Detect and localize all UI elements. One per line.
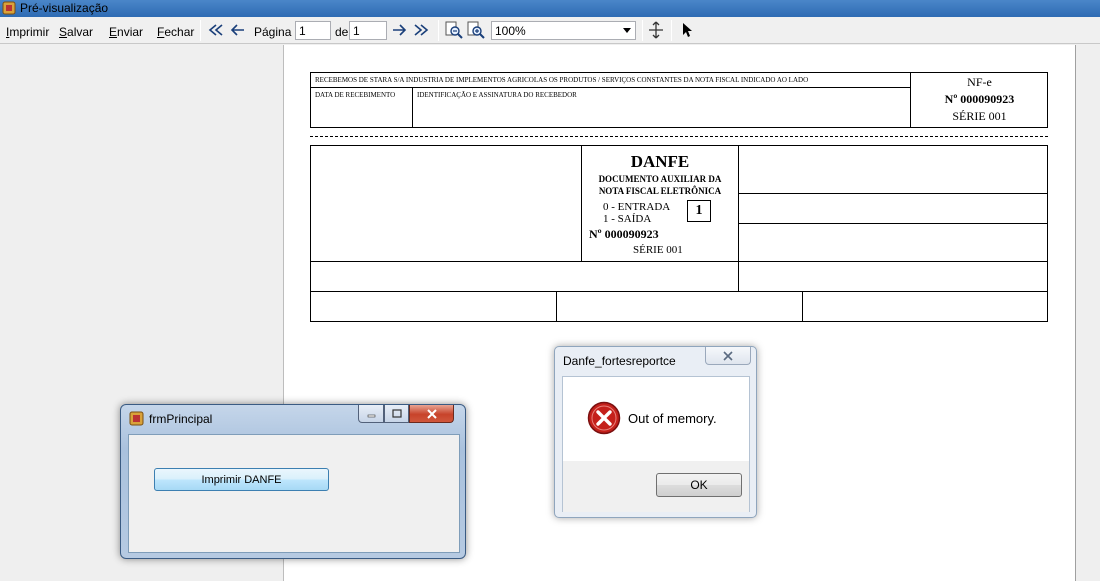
total-pages-field	[349, 21, 387, 40]
main-titlebar: Pré-visualização	[0, 0, 1100, 17]
exit-label: 1 - SAÍDA	[603, 213, 652, 225]
danfe-divider	[556, 291, 557, 322]
minimize-icon	[367, 414, 375, 418]
menu-salvar[interactable]: Salvar	[59, 25, 93, 39]
danfe-subtitle-2: NOTA FISCAL ELETRÔNICA	[598, 186, 722, 196]
receipt-number: Nº 000090923	[944, 92, 1015, 106]
first-page-icon[interactable]	[207, 21, 225, 39]
operation-type-box: 1	[687, 200, 711, 222]
maximize-button[interactable]	[384, 405, 409, 423]
toolbar: Imprimir Salvar Enviar Fechar Página de …	[0, 17, 1100, 44]
dialog-client: Out of memory. OK	[562, 376, 750, 512]
frm-principal-title: frmPrincipal	[149, 412, 213, 426]
toolbar-separator	[671, 20, 672, 41]
frm-principal-client: Imprimir DANFE	[128, 434, 460, 553]
error-dialog: Danfe_fortesreportce Out of memory. OK	[554, 346, 757, 518]
imprimir-danfe-button[interactable]: Imprimir DANFE	[154, 468, 329, 491]
frm-principal-window: frmPrincipal Imprimir DANFE	[120, 404, 466, 559]
dialog-footer: OK	[563, 461, 749, 512]
receipt-divider	[412, 87, 413, 128]
danfe-number: Nº 000090923	[589, 227, 659, 241]
fit-page-icon[interactable]	[647, 21, 665, 39]
toolbar-separator	[642, 20, 643, 41]
danfe-divider	[738, 193, 1048, 194]
entry-label: 0 - ENTRADA	[603, 201, 671, 213]
danfe-subtitle-1: DOCUMENTO AUXILIAR DA	[598, 174, 722, 184]
close-icon	[426, 408, 437, 419]
last-page-icon[interactable]	[412, 21, 430, 39]
toolbar-separator	[438, 20, 439, 41]
danfe-divider	[310, 291, 1048, 292]
app-icon	[129, 411, 144, 426]
danfe-divider	[802, 291, 803, 322]
danfe-divider	[738, 145, 739, 292]
chevron-down-icon	[623, 28, 631, 33]
maximize-icon	[391, 409, 402, 418]
window-title: Pré-visualização	[20, 1, 109, 15]
next-page-icon[interactable]	[390, 21, 408, 39]
receipt-divider	[310, 87, 911, 88]
menu-fechar[interactable]: Fechar	[157, 25, 194, 39]
date-label: DATA DE RECEBIMENTO	[315, 91, 396, 99]
minimize-button[interactable]	[358, 405, 384, 423]
dialog-title: Danfe_fortesreportce	[563, 354, 676, 368]
danfe-divider	[310, 261, 1048, 262]
error-message: Out of memory.	[628, 411, 717, 426]
menu-imprimir[interactable]: Imprimir	[6, 25, 49, 39]
error-icon	[587, 401, 621, 435]
dialog-close-button[interactable]	[705, 347, 751, 365]
receipt-text: RECEBEMOS DE STARA S/A INDUSTRIA DE IMPL…	[315, 76, 809, 84]
app-icon	[2, 1, 16, 15]
cut-line	[310, 136, 1048, 137]
cursor-icon[interactable]	[678, 21, 696, 39]
receipt-series: SÉRIE 001	[952, 109, 1007, 123]
of-label: de	[335, 25, 349, 39]
zoom-in-icon[interactable]	[467, 21, 485, 39]
danfe-title: DANFE	[630, 152, 690, 171]
close-icon	[723, 350, 733, 361]
previous-page-icon[interactable]	[229, 21, 247, 39]
danfe-series: SÉRIE 001	[633, 244, 683, 256]
menu-enviar[interactable]: Enviar	[109, 25, 143, 39]
toolbar-separator	[200, 20, 201, 41]
close-button[interactable]	[409, 405, 454, 423]
signature-label: IDENTIFICAÇÃO E ASSINATURA DO RECEBEDOR	[417, 91, 577, 99]
zoom-out-icon[interactable]	[445, 21, 463, 39]
nfe-label: NF-e	[967, 75, 992, 89]
page-input[interactable]	[295, 21, 331, 40]
ok-button[interactable]: OK	[656, 473, 742, 497]
page-label: Página	[254, 25, 292, 39]
zoom-select[interactable]: 100%	[491, 21, 636, 40]
zoom-value: 100%	[495, 24, 526, 38]
danfe-divider	[738, 223, 1048, 224]
